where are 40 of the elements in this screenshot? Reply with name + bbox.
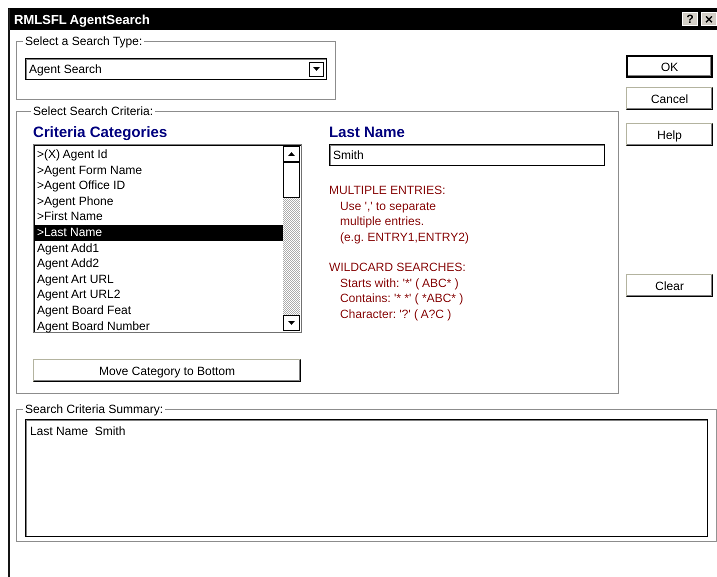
help-heading: MULTIPLE ENTRIES: — [329, 183, 446, 198]
group-label: Select Search Criteria: — [32, 104, 154, 118]
help-text: multiple entries. — [339, 214, 426, 230]
last-name-field[interactable]: Smith — [329, 144, 605, 166]
group-label: Search Criteria Summary: — [24, 402, 164, 416]
close-button[interactable]: × — [701, 12, 717, 26]
list-item[interactable]: >Agent Phone — [35, 194, 283, 210]
scroll-thumb[interactable] — [283, 162, 300, 198]
help-text: Use ',' to separate — [339, 198, 437, 214]
list-item[interactable]: Agent Add1 — [35, 240, 283, 256]
list-item[interactable]: >Agent Form Name — [35, 162, 283, 178]
section-heading: Criteria Categories — [33, 124, 168, 143]
scroll-down-icon[interactable] — [283, 315, 300, 331]
dialog-button[interactable]: Cancel — [626, 87, 713, 110]
dialog-button[interactable]: OK — [626, 55, 713, 78]
list-item[interactable]: Agent Board Number — [35, 318, 283, 334]
list-item[interactable]: >First Name — [35, 209, 283, 225]
list-item[interactable]: >Last Name — [35, 224, 283, 241]
group-label: Select a Search Type: — [24, 34, 144, 48]
list-item[interactable]: Agent Art URL — [35, 272, 283, 288]
search-type-dropdown[interactable]: Agent Search — [25, 58, 327, 80]
list-item[interactable]: Agent Art URL2 — [35, 287, 283, 303]
window-title: RMLSFL AgentSearch — [14, 12, 150, 26]
help-text: Character: '?' ( A?C ) — [339, 306, 452, 322]
move-category-button[interactable]: Move Category to Bottom — [33, 359, 301, 382]
help-button[interactable]: ? — [682, 12, 698, 26]
help-heading: WILDCARD SEARCHES: — [329, 260, 467, 276]
help-text: (e.g. ENTRY1,ENTRY2) — [339, 230, 470, 245]
help-text: Contains: '* *' ( *ABC* ) — [339, 291, 464, 306]
summary-text: Last Name Smith — [30, 424, 126, 438]
scrollbar[interactable] — [283, 146, 300, 331]
list-item[interactable]: >(X) Agent Id — [35, 147, 283, 163]
clear-button[interactable]: Clear — [626, 274, 713, 297]
field-heading: Last Name — [329, 124, 406, 143]
list-item[interactable]: Agent Add2 — [35, 256, 283, 272]
help-text: Starts with: '*' ( ABC* ) — [339, 276, 460, 291]
dialog-button[interactable]: Help — [626, 123, 713, 146]
list-item[interactable]: Agent Board Feat — [35, 302, 283, 319]
list-item[interactable]: >Agent Office ID — [35, 178, 283, 194]
scroll-up-icon[interactable] — [283, 146, 300, 162]
